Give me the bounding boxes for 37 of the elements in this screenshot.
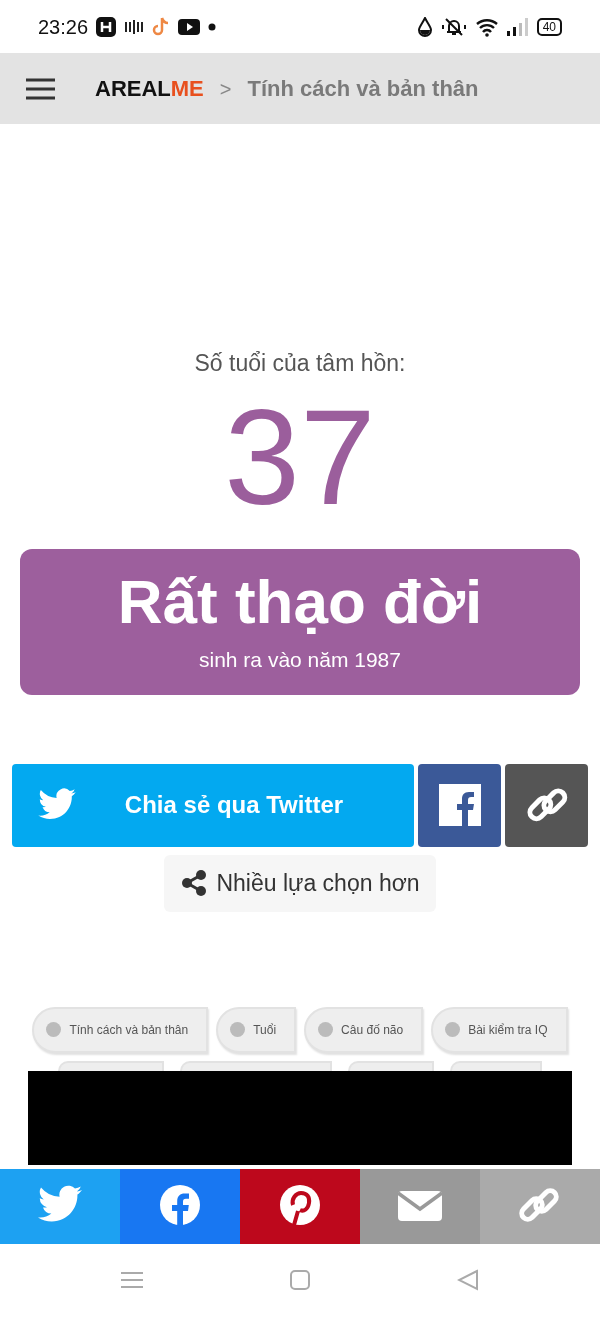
twitter-share-button[interactable] — [0, 1168, 120, 1244]
result-title: Rất thạo đời — [117, 567, 483, 636]
dot-icon — [208, 22, 217, 31]
wifi-icon — [474, 16, 499, 37]
result-label: Số tuổi của tâm hồn: — [193, 349, 407, 378]
more-options-button[interactable]: Nhiều lựa chọn hơn — [164, 854, 436, 912]
drop-icon — [416, 16, 433, 37]
category-tag[interactable] — [58, 1060, 164, 1071]
category-tag[interactable]: Bài kiểm tra IQ — [431, 1006, 568, 1053]
site-logo[interactable]: AREALME — [95, 72, 204, 105]
mute-bell-icon — [440, 16, 467, 37]
category-tag[interactable] — [450, 1060, 542, 1071]
signal-icon — [506, 16, 529, 37]
app-notification-icon — [124, 17, 145, 36]
home-icon[interactable] — [289, 1269, 311, 1291]
copy-link-button[interactable] — [505, 763, 588, 847]
category-tag[interactable]: Câu đố não — [304, 1006, 424, 1053]
back-icon[interactable] — [457, 1269, 479, 1291]
clock-time: 23:26 — [38, 14, 89, 40]
birth-year-text: sinh ra vào năm 1987 — [199, 646, 401, 673]
breadcrumb-separator: > — [219, 76, 232, 102]
facebook-share-button[interactable] — [120, 1168, 240, 1244]
category-tag[interactable]: Tính cách và bản thân — [32, 1006, 209, 1053]
app-notification-icon — [96, 16, 117, 37]
facebook-share-button[interactable] — [418, 763, 501, 847]
music-note-icon — [152, 16, 171, 37]
category-tag[interactable] — [180, 1060, 332, 1071]
category-tag[interactable] — [348, 1060, 434, 1071]
share-icon — [180, 869, 209, 897]
soul-age-number: 37 — [224, 388, 376, 535]
menu-icon[interactable] — [26, 77, 55, 100]
pinterest-share-button[interactable] — [240, 1168, 360, 1244]
battery-indicator: 40 — [536, 17, 562, 36]
facebook-icon — [438, 784, 481, 826]
category-tag[interactable]: Tuổi — [216, 1006, 297, 1053]
play-icon — [178, 18, 201, 35]
email-share-button[interactable] — [360, 1168, 480, 1244]
